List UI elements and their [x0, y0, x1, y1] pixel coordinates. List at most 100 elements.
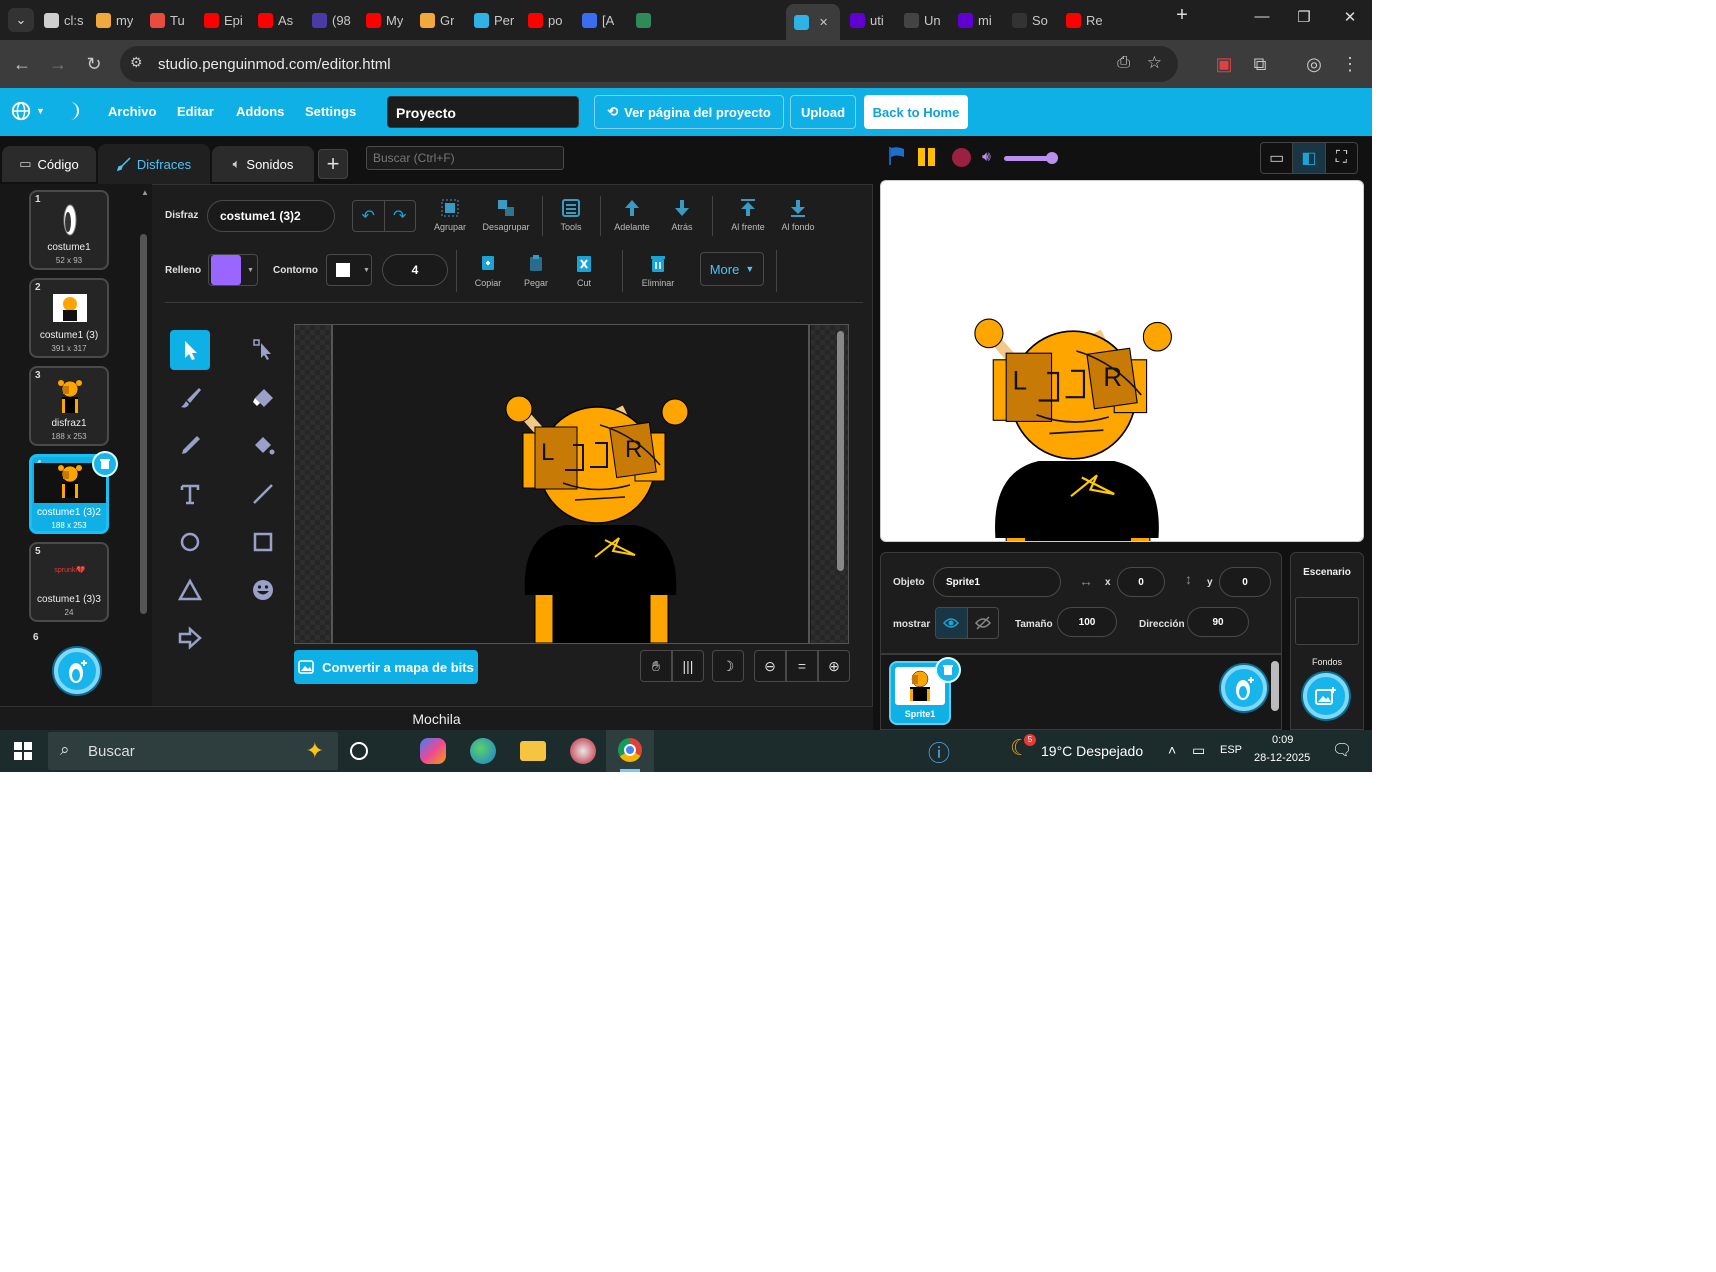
- battery-icon[interactable]: ▭: [1192, 742, 1205, 759]
- delete-sprite-button[interactable]: [935, 657, 961, 683]
- costume-list-scrollbar[interactable]: [140, 234, 147, 614]
- show-sprite-button[interactable]: [936, 608, 968, 638]
- eliminar-button[interactable]: Eliminar: [632, 254, 684, 288]
- fill-color-picker[interactable]: ▼: [208, 254, 258, 286]
- sprite-tile[interactable]: Sprite1: [889, 657, 961, 725]
- back-button[interactable]: ←: [8, 50, 36, 78]
- fullscreen-button[interactable]: ⛶: [1326, 143, 1357, 173]
- brush-tool[interactable]: [170, 378, 210, 418]
- triangle-tool[interactable]: [170, 570, 210, 610]
- close-window-button[interactable]: ✕: [1338, 8, 1362, 26]
- site-settings-icon[interactable]: ⚙: [130, 54, 150, 74]
- small-stage-button[interactable]: ▭: [1261, 143, 1294, 173]
- zoom-out-button[interactable]: ⊖: [754, 650, 786, 682]
- browser-tab[interactable]: Epi: [204, 6, 243, 34]
- upload-button[interactable]: Upload: [790, 95, 856, 129]
- start-button[interactable]: [14, 742, 32, 765]
- hide-sprite-button[interactable]: [968, 608, 999, 638]
- help-icon[interactable]: ⓘ: [928, 736, 954, 766]
- browser-tab[interactable]: my: [96, 6, 133, 34]
- stage-canvas[interactable]: L R: [880, 180, 1364, 597]
- delete-costume-button[interactable]: [92, 451, 118, 477]
- stop-button[interactable]: [952, 148, 971, 167]
- edge-icon[interactable]: [470, 738, 496, 764]
- chrome-menu-icon[interactable]: ⋮: [1336, 50, 1364, 78]
- install-app-icon[interactable]: ⎙: [1117, 54, 1130, 72]
- copiar-button[interactable]: Copiar: [462, 254, 514, 288]
- backpack-bar[interactable]: Mochila: [0, 706, 873, 730]
- desagrupar-button[interactable]: Desagrupar: [480, 198, 532, 232]
- menu-addons[interactable]: Addons: [236, 104, 284, 119]
- y-input[interactable]: 0: [1219, 567, 1271, 597]
- costume-item[interactable]: 4costume1 (3)2188 x 253: [29, 451, 118, 534]
- costume-name-input[interactable]: costume1 (3)2: [207, 200, 335, 232]
- browser-tab[interactable]: My: [366, 6, 403, 34]
- browser-tab[interactable]: Tu: [150, 6, 185, 34]
- browser-tab[interactable]: Per: [474, 6, 514, 34]
- eraser-tool[interactable]: [243, 378, 283, 418]
- browser-tab[interactable]: So: [1012, 6, 1048, 34]
- tab-search-button[interactable]: ⌄: [8, 8, 34, 32]
- outline-width-input[interactable]: 4: [382, 254, 448, 286]
- chrome-taskbar-item[interactable]: [606, 730, 654, 772]
- costume-item[interactable]: 6: [29, 630, 109, 650]
- task-view-icon[interactable]: [350, 742, 368, 760]
- extensions-puzzle-icon[interactable]: ⧉: [1246, 50, 1274, 78]
- bookmark-star-icon[interactable]: ☆: [1147, 53, 1162, 73]
- notification-icon[interactable]: 🗨︎: [1332, 740, 1352, 760]
- redo-button[interactable]: ↷: [385, 201, 416, 231]
- tools-button[interactable]: Tools: [545, 198, 597, 232]
- arrow-tool[interactable]: [170, 618, 210, 658]
- reshape-tool[interactable]: [243, 330, 283, 370]
- add-extension-button[interactable]: +: [318, 149, 348, 179]
- language-menu[interactable]: ▼: [10, 100, 45, 122]
- copilot-icon[interactable]: [420, 738, 446, 764]
- paint-app-icon[interactable]: [570, 738, 596, 764]
- zoom-in-button[interactable]: ⊕: [818, 650, 850, 682]
- zoom-reset-button[interactable]: =: [786, 650, 818, 682]
- pegar-button[interactable]: Pegar: [510, 254, 562, 288]
- menu-settings[interactable]: Settings: [305, 104, 356, 119]
- chevron-up-icon[interactable]: ˄: [1168, 742, 1176, 758]
- back-to-home-button[interactable]: Back to Home: [864, 95, 968, 129]
- browser-tab[interactable]: [636, 6, 656, 34]
- paint-canvas[interactable]: L R: [294, 324, 849, 644]
- search-input[interactable]: Buscar (Ctrl+F): [366, 146, 564, 170]
- circle-tool[interactable]: [170, 522, 210, 562]
- theme-toggle[interactable]: [66, 100, 84, 127]
- taskbar-search[interactable]: ⌕ Buscar ✦: [48, 732, 338, 770]
- omnibox[interactable]: ⚙ studio.penguinmod.com/editor.html ⎙ ☆: [120, 46, 1178, 82]
- size-input[interactable]: 100: [1057, 607, 1117, 637]
- canvas-scrollbar[interactable]: [837, 331, 844, 571]
- menu-archivo[interactable]: Archivo: [108, 104, 156, 119]
- pen-tool[interactable]: [170, 426, 210, 466]
- add-sprite-button[interactable]: [1221, 665, 1267, 711]
- browser-tab[interactable]: Un: [904, 6, 941, 34]
- tab-code[interactable]: ▭ Código: [2, 146, 96, 182]
- add-backdrop-button[interactable]: [1303, 673, 1349, 719]
- direction-input[interactable]: 90: [1187, 607, 1249, 637]
- audio-wave-button[interactable]: |||: [672, 650, 704, 682]
- canvas-theme-button[interactable]: ☽: [712, 650, 744, 682]
- restore-button[interactable]: ❐: [1292, 8, 1316, 26]
- close-tab-icon[interactable]: ✕: [819, 16, 828, 29]
- browser-tab[interactable]: po: [528, 6, 562, 34]
- volume-slider-handle[interactable]: [1046, 152, 1058, 164]
- reload-button[interactable]: ↻: [80, 50, 108, 78]
- tab-sounds[interactable]: 🔈︎ Sonidos: [212, 146, 314, 182]
- add-costume-button[interactable]: [54, 648, 100, 694]
- browser-tab[interactable]: As: [258, 6, 293, 34]
- line-tool[interactable]: [243, 474, 283, 514]
- extension-icon[interactable]: ▣: [1210, 50, 1238, 78]
- browser-tab[interactable]: (98: [312, 6, 351, 34]
- ver-pagina-button[interactable]: ⟲ Ver página del proyecto: [594, 95, 784, 129]
- menu-editar[interactable]: Editar: [177, 104, 214, 119]
- browser-tab[interactable]: uti: [850, 6, 884, 34]
- browser-tab[interactable]: ✕: [786, 4, 840, 40]
- forward-button[interactable]: →: [44, 50, 72, 78]
- rectangle-tool[interactable]: [243, 522, 283, 562]
- browser-tab[interactable]: Re: [1066, 6, 1103, 34]
- browser-tab[interactable]: [A: [582, 6, 614, 34]
- al-frente-button[interactable]: Al frente: [722, 198, 774, 232]
- al-fondo-button[interactable]: Al fondo: [772, 198, 824, 232]
